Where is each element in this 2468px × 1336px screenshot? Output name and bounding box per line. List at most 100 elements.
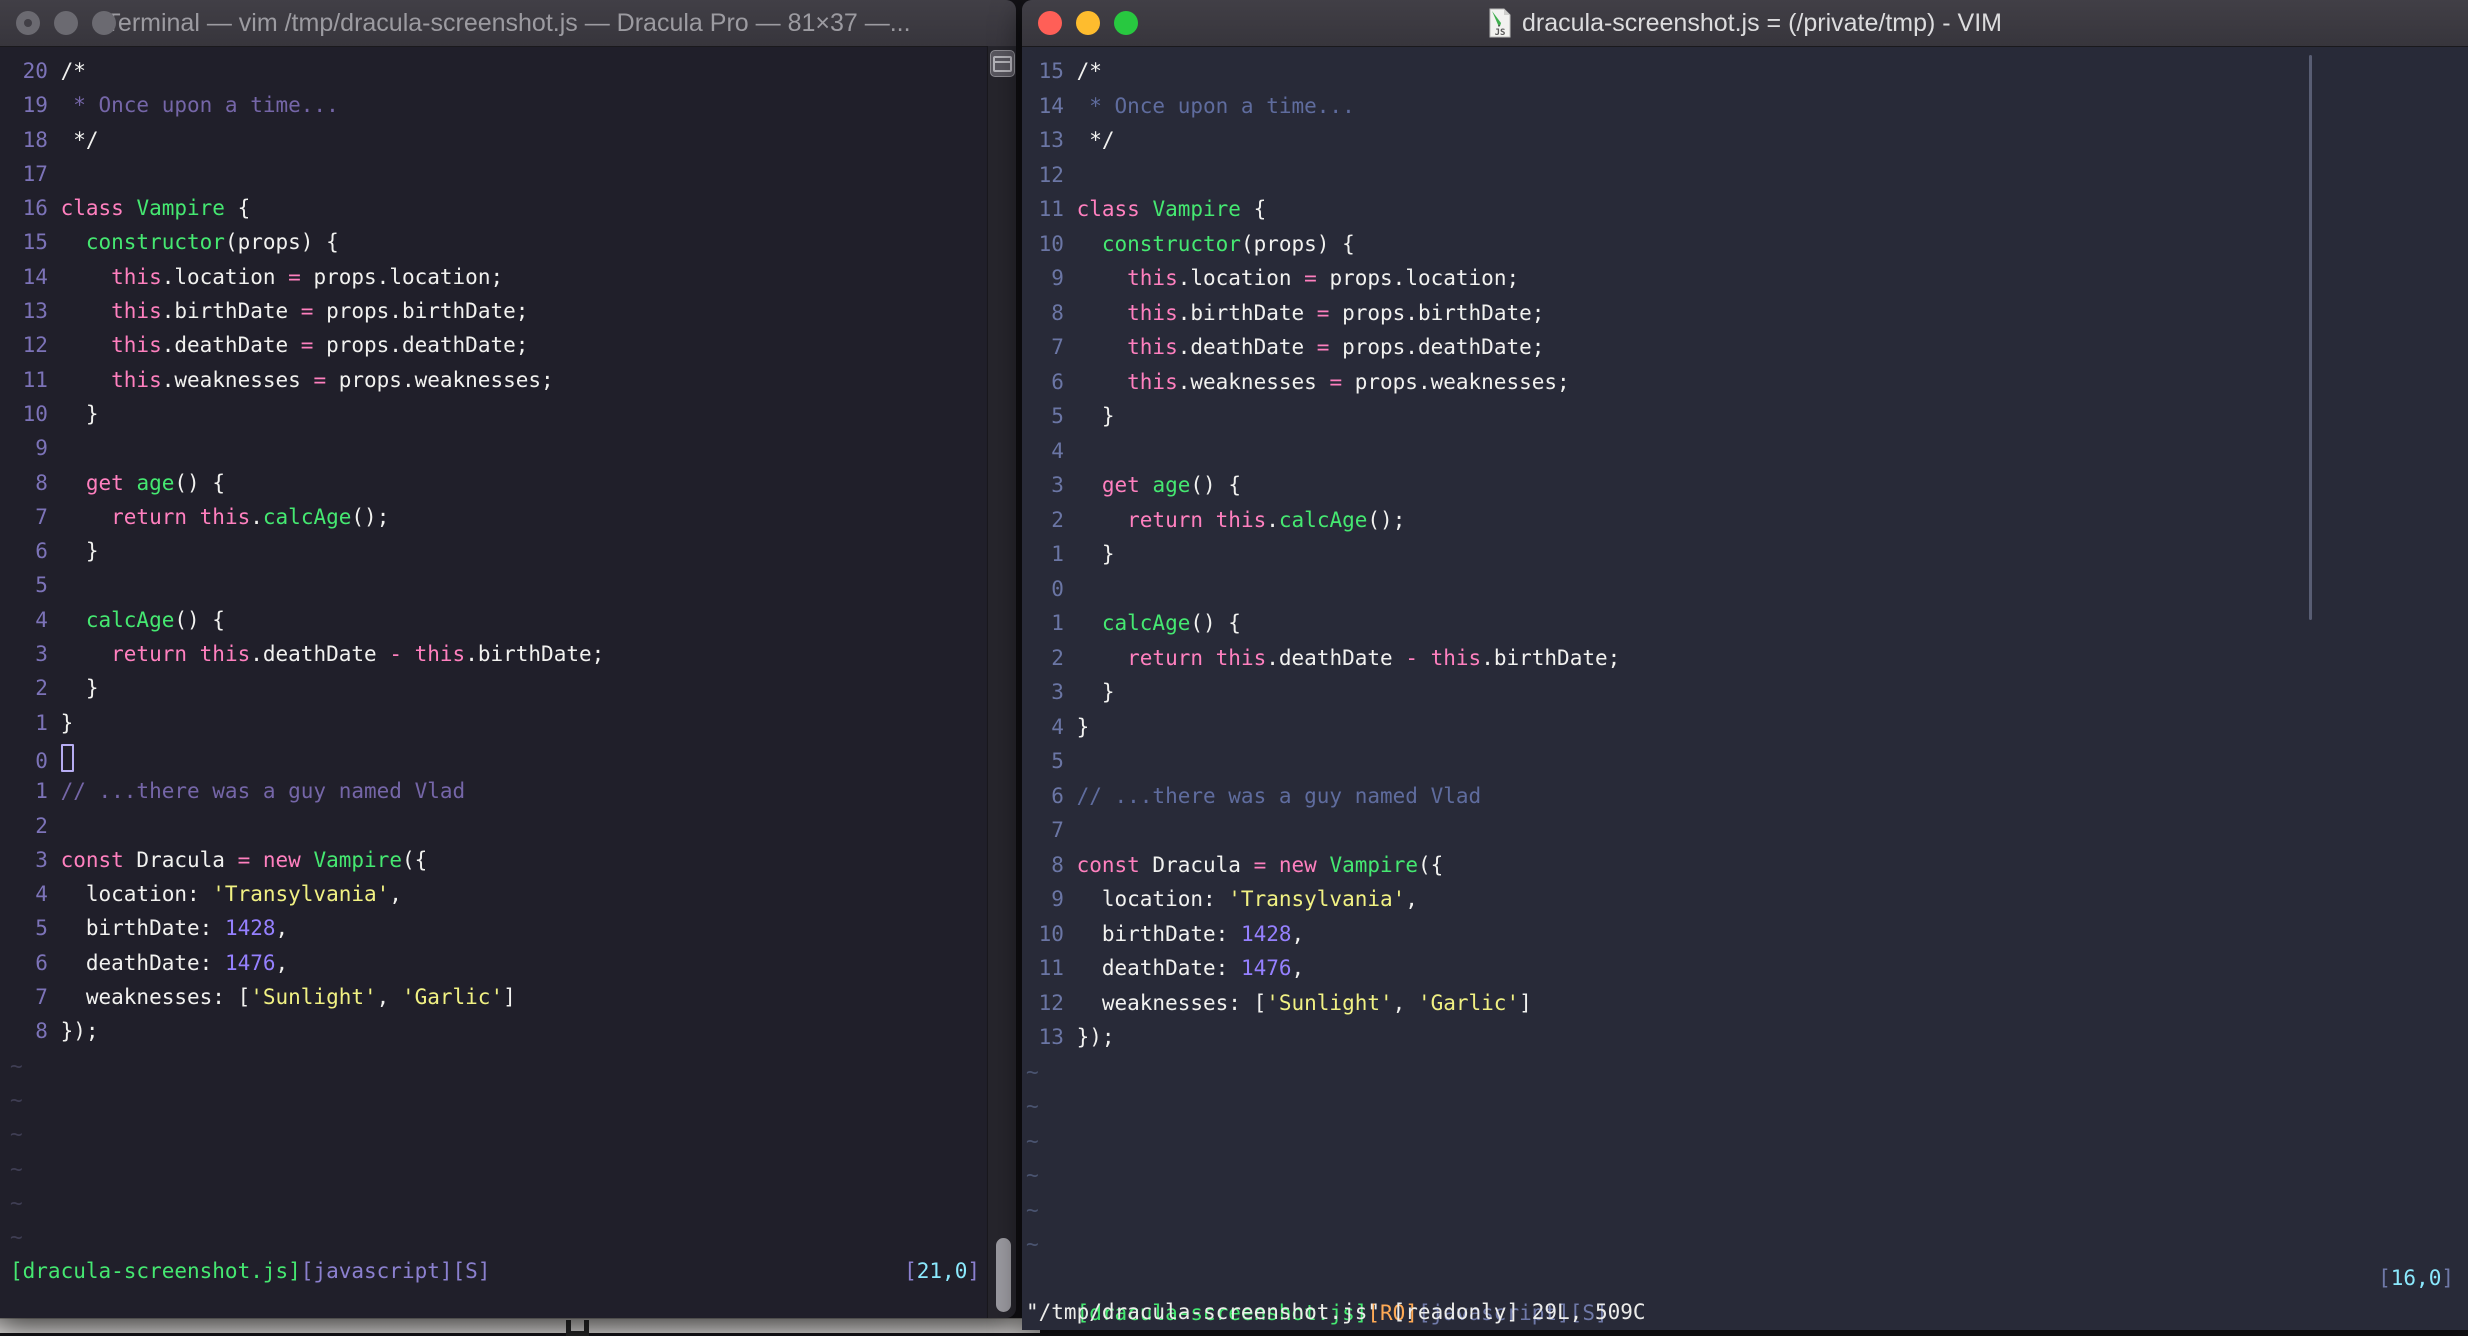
code-line: 2 [10,809,988,843]
code-line: 17 [10,157,988,191]
minimize-button[interactable] [1076,11,1100,35]
line-number: 5 [35,573,48,598]
zoom-button[interactable] [92,11,116,35]
vim-statusline: [dracula-screenshot.js][javascript][S] [2… [10,1254,988,1288]
empty-line-tilde: ~ [1026,1197,1039,1222]
line-number: 8 [1051,300,1064,325]
line-number: 20 [22,59,48,83]
code-line: 5 birthDate: 1428, [10,911,988,945]
empty-line-tilde: ~ [1026,1059,1039,1084]
window-title-group: JS dracula-screenshot.js = (/private/tmp… [1488,8,2002,38]
vim-buffer-terminal[interactable]: 20/* 19 * Once upon a time... 18 */17 16 cla… [0,46,988,1318]
code-line: 1 } [1026,537,2468,572]
line-number: 4 [35,882,48,907]
line-number: 1 [1051,542,1064,566]
line-number: 9 [35,436,48,461]
code-line: 12 [1026,158,2468,193]
code-line: 0 [10,740,988,774]
code-line: 15/* [1026,54,2468,89]
macvim-titlebar[interactable]: JS dracula-screenshot.js = (/private/tmp… [1022,0,2468,47]
code-line: 9 [10,431,988,465]
code-line: 14 * Once upon a time... [1026,89,2468,124]
code-line: 0 [1026,572,2468,607]
line-number: 8 [35,470,48,495]
vim-message-line: "/tmp/dracula-screenshot.js" [readonly] … [1026,1300,1646,1324]
terminal-scrollbar[interactable] [987,46,1016,1318]
close-button[interactable] [1038,11,1062,35]
code-line: 10 } [10,397,988,431]
line-number: 14 [1038,93,1064,118]
code-line: 9 location: 'Transylvania', [1026,882,2468,917]
line-number: 4 [1051,714,1064,739]
terminal-titlebar[interactable]: Terminal — vim /tmp/dracula-screenshot.j… [0,0,1016,47]
code-line: 3 } [1026,675,2468,710]
code-line: 5 [10,568,988,602]
line-number: 1 [35,710,48,735]
line-number: 10 [1038,231,1064,256]
empty-line-tilde: ~ [1026,1232,1039,1256]
line-number: 7 [1051,818,1064,842]
empty-line-tilde: ~ [1026,1094,1039,1118]
empty-line-tilde: ~ [1026,1128,1039,1153]
terminal-window: Terminal — vim /tmp/dracula-screenshot.j… [0,0,1016,1318]
background-window-strip [0,1318,1040,1336]
line-number: 16 [22,196,48,221]
svg-text:JS: JS [1495,28,1506,38]
code-line: 6 } [10,534,988,568]
code-line: 13 this.birthDate = props.birthDate; [10,294,988,328]
line-number: 0 [35,748,48,773]
empty-line-tilde: ~ [1026,1163,1039,1187]
code-line: 5 [1026,744,2468,779]
code-line: 4 [1026,434,2468,469]
js-document-icon: JS [1489,8,1511,38]
zoom-button[interactable] [1114,11,1138,35]
line-number: 14 [22,264,48,289]
code-line: 15 constructor(props) { [10,225,988,259]
code-line: 5 } [1026,399,2468,434]
line-number: 5 [1051,749,1064,773]
code-line: 9 this.location = props.location; [1026,261,2468,296]
code-line: 7 [1026,813,2468,848]
line-number: 11 [1038,197,1064,221]
code-line: 8}); [10,1014,988,1048]
statusline-file-info: [dracula-screenshot.js][javascript][S] [10,1259,491,1284]
code-line: 2 return this.calcAge(); [1026,503,2468,538]
code-line: 4 calcAge() { [10,603,988,637]
line-number: 9 [1051,266,1064,290]
close-button[interactable] [16,11,40,35]
line-number: 8 [35,1019,48,1044]
empty-line-tilde: ~ [10,1122,23,1147]
code-line: 3 const Dracula = new Vampire({ [10,843,988,877]
empty-line-tilde: ~ [10,1053,23,1078]
line-number: 12 [1038,162,1064,187]
scrollbar-thumb[interactable] [996,1238,1011,1312]
vim-scrollbar-thumb[interactable] [2309,55,2312,620]
line-number: 1 [1051,611,1064,635]
code-line: 10 birthDate: 1428, [1026,917,2468,952]
minimize-button[interactable] [54,11,78,35]
window-controls [1038,0,1138,46]
code-line: 13 */ [1026,123,2468,158]
line-number: 10 [22,401,48,426]
line-number: 19 [22,93,48,118]
code-line: 4} [1026,710,2468,745]
vim-statusline: [dracula-screenshot.js][RO][javascript][… [1026,1261,2454,1325]
split-pane-button[interactable] [990,50,1015,77]
line-number: 10 [1038,921,1064,946]
vim-buffer-macvim[interactable]: 15/* 14 * Once upon a time... 13 */12 11 cla… [1022,46,2468,1330]
code-line: 16 class Vampire { [10,191,988,225]
line-number: 4 [35,607,48,632]
line-number: 3 [1051,680,1064,704]
code-line: 6// ...there was a guy named Vlad [1026,779,2468,814]
code-line: 14 this.location = props.location; [10,260,988,294]
code-line: 7 this.deathDate = props.deathDate; [1026,330,2468,365]
empty-line-tilde: ~ [10,1190,23,1215]
line-number: 7 [35,985,48,1010]
code-line: 6 this.weaknesses = props.weaknesses; [1026,365,2468,400]
line-number: 3 [35,847,48,872]
vim-command-line [10,1289,988,1318]
code-line: 1// ...there was a guy named Vlad [10,774,988,808]
code-line: 12 weaknesses: ['Sunlight', 'Garlic'] [1026,986,2468,1021]
code-line: 11 deathDate: 1476, [1026,951,2468,986]
macvim-window: JS dracula-screenshot.js = (/private/tmp… [1022,0,2468,1330]
